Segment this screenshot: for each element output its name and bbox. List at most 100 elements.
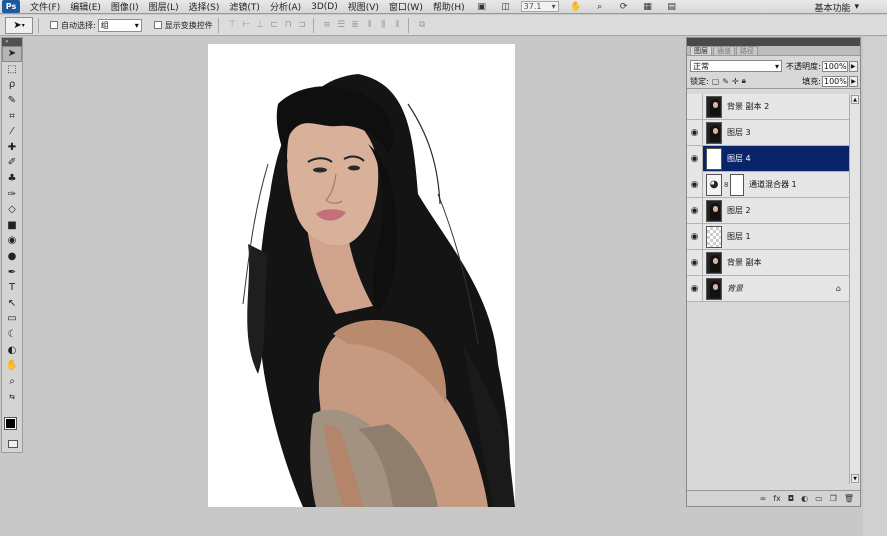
- screen-mode-icon[interactable]: ◫: [499, 1, 513, 12]
- lock-all-icon[interactable]: 🔒︎: [742, 76, 746, 86]
- distribute-bottom-icon[interactable]: ≣: [350, 20, 361, 31]
- scroll-down-icon[interactable]: ▼: [851, 474, 859, 483]
- arrange-documents-icon[interactable]: ▦: [641, 1, 655, 12]
- layer-row-background-copy-2[interactable]: ● 背景 副本 2: [687, 93, 849, 120]
- link-layers-icon[interactable]: ∞: [760, 494, 767, 503]
- panel-dock-bar[interactable]: [687, 38, 860, 46]
- eye-icon[interactable]: ◉: [687, 119, 703, 146]
- scroll-up-icon[interactable]: ▲: [851, 95, 859, 104]
- lock-position-icon[interactable]: ✛: [732, 77, 739, 86]
- blend-mode-dropdown[interactable]: 正常 ▾: [690, 60, 782, 72]
- menu-help[interactable]: 帮助(H): [433, 0, 465, 13]
- brush-tool-icon[interactable]: ✐: [2, 155, 22, 171]
- add-mask-icon[interactable]: ◘: [788, 494, 794, 503]
- menu-edit[interactable]: 编辑(E): [70, 0, 101, 13]
- eye-icon[interactable]: ◉: [687, 249, 703, 276]
- align-bottom-icon[interactable]: ⊥: [255, 20, 266, 31]
- lasso-tool-icon[interactable]: ρ: [2, 77, 22, 93]
- tab-layers[interactable]: 图层: [690, 46, 712, 55]
- pen-tool-icon[interactable]: ✒: [2, 264, 22, 280]
- history-brush-tool-icon[interactable]: ✑: [2, 186, 22, 202]
- align-vcenter-icon[interactable]: ⊢: [241, 20, 252, 31]
- dodge-tool-icon[interactable]: ●: [2, 249, 22, 265]
- menu-layer[interactable]: 图层(L): [149, 0, 179, 13]
- delete-layer-icon[interactable]: 🗑︎: [844, 494, 854, 503]
- distribute-hcenter-icon[interactable]: ⫼: [378, 20, 389, 31]
- extras-icon[interactable]: ▤: [665, 1, 679, 12]
- layer-row-layer-4[interactable]: ◉ 图层 4: [687, 145, 849, 172]
- visibility-toggle-icon[interactable]: ●: [687, 93, 703, 120]
- distribute-vcenter-icon[interactable]: ☰: [336, 20, 347, 31]
- menu-select[interactable]: 选择(S): [189, 0, 220, 13]
- fill-field[interactable]: 100%: [822, 75, 848, 87]
- type-tool-icon[interactable]: T: [2, 280, 22, 296]
- eye-icon[interactable]: ◉: [687, 197, 703, 224]
- layer-row-layer-3[interactable]: ◉ 图层 3: [687, 119, 849, 146]
- align-right-icon[interactable]: ⊐: [297, 20, 308, 31]
- blur-tool-icon[interactable]: ◉: [2, 233, 22, 249]
- path-selection-tool-icon[interactable]: ↖: [2, 296, 22, 312]
- auto-select-checkbox[interactable]: 自动选择:: [50, 20, 96, 31]
- marquee-tool-icon[interactable]: ⬚: [2, 62, 22, 78]
- fill-slider-button[interactable]: ▶: [849, 75, 858, 87]
- menu-filter[interactable]: 滤镜(T): [229, 0, 260, 13]
- new-adjustment-layer-icon[interactable]: ◐: [801, 494, 808, 503]
- menu-image[interactable]: 图像(I): [111, 0, 139, 13]
- opacity-slider-button[interactable]: ▶: [848, 60, 858, 72]
- tab-channels[interactable]: 通道: [713, 46, 735, 55]
- tab-paths[interactable]: 路径: [736, 46, 758, 55]
- auto-select-dropdown[interactable]: 组 ▾: [97, 18, 142, 32]
- layer-row-background[interactable]: ◉ 背景 ⌂: [687, 275, 849, 302]
- quick-selection-tool-icon[interactable]: ✎: [2, 93, 22, 109]
- align-left-icon[interactable]: ⊏: [269, 20, 280, 31]
- eye-icon[interactable]: ◉: [687, 171, 703, 198]
- new-group-icon[interactable]: ▭: [815, 494, 823, 503]
- opacity-field[interactable]: 100%: [821, 60, 848, 72]
- eye-icon[interactable]: ◉: [687, 223, 703, 250]
- layer-mask-thumbnail[interactable]: [730, 173, 744, 196]
- zoom-level-dropdown[interactable]: 37.1 ▾: [520, 1, 559, 12]
- distribute-top-icon[interactable]: ≡: [322, 20, 333, 31]
- layer-style-icon[interactable]: fx: [773, 494, 781, 503]
- menu-view[interactable]: 视图(V): [348, 0, 379, 13]
- toolbox-collapse-handle[interactable]: »: [2, 38, 22, 46]
- clone-stamp-tool-icon[interactable]: ♣: [2, 171, 22, 187]
- layer-row-layer-1[interactable]: ◉ 图层 1: [687, 223, 849, 250]
- layer-row-background-copy[interactable]: ◉ 背景 副本: [687, 249, 849, 276]
- eye-icon[interactable]: ◉: [687, 275, 703, 302]
- crop-tool-icon[interactable]: ⌗: [2, 108, 22, 124]
- lock-transparency-icon[interactable]: ▢: [712, 77, 720, 86]
- tool-preset-picker[interactable]: ➤ ▾: [5, 16, 33, 34]
- 3d-orbit-tool-icon[interactable]: ◐: [2, 342, 22, 358]
- menu-3d[interactable]: 3D(D): [311, 2, 338, 12]
- shape-tool-icon[interactable]: ▭: [2, 311, 22, 327]
- foreground-color-swatch[interactable]: [4, 417, 17, 430]
- eye-icon[interactable]: ◉: [687, 145, 703, 172]
- rotate-view-icon[interactable]: ⟳: [617, 1, 631, 12]
- align-hcenter-icon[interactable]: ⊓: [283, 20, 294, 31]
- layers-scrollbar[interactable]: ▲ ▼: [849, 94, 860, 484]
- zoom-tool-icon[interactable]: ⌕: [2, 373, 22, 389]
- layer-row-channel-mixer-1[interactable]: ◉ ◕ 8 通道混合器 1: [687, 171, 849, 198]
- menu-window[interactable]: 窗口(W): [389, 0, 423, 13]
- menu-file[interactable]: 文件(F): [30, 0, 60, 13]
- quick-mask-icon[interactable]: [8, 440, 18, 448]
- bridge-icon[interactable]: ▣: [475, 1, 489, 12]
- hand-tool-icon[interactable]: ✋: [569, 1, 583, 12]
- new-layer-icon[interactable]: ❐: [830, 494, 837, 503]
- layer-row-layer-2[interactable]: ◉ 图层 2: [687, 197, 849, 224]
- document-canvas[interactable]: [208, 44, 515, 507]
- eyedropper-tool-icon[interactable]: ⁄: [2, 124, 22, 140]
- distribute-right-icon[interactable]: ⦀: [392, 20, 403, 31]
- show-transform-checkbox[interactable]: 显示变换控件: [153, 20, 213, 31]
- move-tool-icon[interactable]: ➤: [2, 46, 22, 62]
- hand-tool-icon[interactable]: ✋: [2, 358, 22, 374]
- menu-analysis[interactable]: 分析(A): [270, 0, 301, 13]
- align-top-icon[interactable]: ⊤: [227, 20, 238, 31]
- photoshop-logo[interactable]: Ps: [2, 0, 20, 13]
- healing-brush-tool-icon[interactable]: ✚: [2, 140, 22, 156]
- gradient-tool-icon[interactable]: ■: [2, 218, 22, 234]
- 3d-rotate-tool-icon[interactable]: ☾: [2, 327, 22, 343]
- lock-image-icon[interactable]: ✎: [722, 77, 729, 86]
- workspace-switcher[interactable]: 基本功能 ▾: [814, 0, 859, 14]
